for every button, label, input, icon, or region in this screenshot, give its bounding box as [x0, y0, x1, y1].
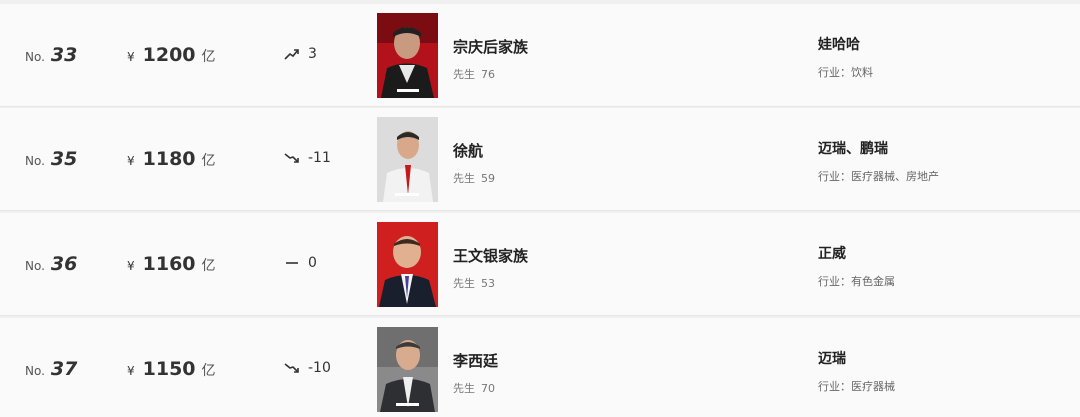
rank-change-value: -10 [308, 360, 331, 376]
rank-prefix: No. [25, 364, 45, 378]
currency-symbol: ¥ [127, 50, 135, 64]
person-meta: 先生 53 [453, 275, 528, 291]
industry: 行业：饮料 [818, 66, 873, 79]
rank-prefix: No. [25, 259, 45, 273]
industry: 行业：有色金属 [818, 275, 895, 288]
rank: No. 33 [25, 44, 77, 66]
person-name[interactable]: 李西廷 [453, 350, 498, 371]
wealth-unit: 亿 [201, 258, 216, 274]
wealth: ¥ 1200 亿 [127, 44, 216, 66]
list-row[interactable]: No. 37 ¥ 1150 亿 -10 李西廷 先生 70 迈瑞 行业：医疗器械 [0, 318, 1080, 417]
wealth-amount: 1160 [142, 253, 196, 275]
wealth-amount: 1200 [142, 44, 196, 66]
avatar[interactable] [377, 222, 438, 307]
rank-change: 0 [284, 255, 317, 271]
wealth-amount: 1180 [142, 148, 196, 170]
currency-symbol: ¥ [127, 259, 135, 273]
person-title: 先生 [453, 68, 475, 81]
industry: 行业：医疗器械、房地产 [818, 170, 939, 183]
person-meta: 先生 70 [453, 380, 498, 396]
wealth: ¥ 1160 亿 [127, 253, 216, 275]
rich-list: No. 33 ¥ 1200 亿 3 宗庆后家族 先生 76 娃哈哈 行业：饮料 … [0, 0, 1080, 417]
trend-down-icon [284, 153, 299, 163]
person-title: 先生 [453, 382, 475, 395]
avatar[interactable] [377, 327, 438, 412]
industry: 行业：医疗器械 [818, 380, 895, 393]
currency-symbol: ¥ [127, 364, 135, 378]
person-age: 76 [481, 68, 495, 81]
trend-down-icon [284, 363, 299, 373]
trend-up-icon [284, 49, 299, 60]
person-info: 李西廷 先生 70 [453, 350, 498, 396]
wealth-unit: 亿 [201, 153, 216, 169]
rank: No. 35 [25, 148, 77, 170]
company-info: 迈瑞、鹏瑞 行业：医疗器械、房地产 [818, 138, 939, 184]
wealth: ¥ 1180 亿 [127, 148, 216, 170]
person-name[interactable]: 王文银家族 [453, 245, 528, 266]
wealth: ¥ 1150 亿 [127, 358, 216, 380]
person-age: 70 [481, 382, 495, 395]
list-row[interactable]: No. 36 ¥ 1160 亿 0 王文银家族 先生 53 正威 行业：有色金属 [0, 213, 1080, 316]
company-name[interactable]: 娃哈哈 [818, 34, 873, 54]
person-meta: 先生 76 [453, 66, 528, 82]
person-name[interactable]: 宗庆后家族 [453, 36, 528, 57]
person-title: 先生 [453, 172, 475, 185]
person-info: 徐航 先生 59 [453, 140, 495, 186]
company-info: 娃哈哈 行业：饮料 [818, 34, 873, 80]
trend-flat-icon [286, 262, 298, 264]
rank-number: 37 [50, 358, 78, 380]
rank-change-value: 3 [308, 46, 317, 62]
person-name[interactable]: 徐航 [453, 140, 495, 161]
person-info: 宗庆后家族 先生 76 [453, 36, 528, 82]
rank-change: -10 [284, 360, 331, 376]
person-meta: 先生 59 [453, 170, 495, 186]
rank: No. 37 [25, 358, 77, 380]
person-age: 59 [481, 172, 495, 185]
company-info: 迈瑞 行业：医疗器械 [818, 348, 895, 394]
list-row[interactable]: No. 35 ¥ 1180 亿 -11 徐航 先生 59 迈瑞、鹏瑞 行业：医疗… [0, 108, 1080, 211]
rank-change-value: -11 [308, 150, 331, 166]
wealth-unit: 亿 [201, 363, 216, 379]
rank-change: -11 [284, 150, 331, 166]
person-info: 王文银家族 先生 53 [453, 245, 528, 291]
rank-prefix: No. [25, 154, 45, 168]
person-age: 53 [481, 277, 495, 290]
company-name[interactable]: 正威 [818, 243, 895, 263]
rank-number: 36 [50, 253, 78, 275]
avatar[interactable] [377, 13, 438, 98]
list-row[interactable]: No. 33 ¥ 1200 亿 3 宗庆后家族 先生 76 娃哈哈 行业：饮料 [0, 4, 1080, 107]
company-name[interactable]: 迈瑞 [818, 348, 895, 368]
rank: No. 36 [25, 253, 77, 275]
currency-symbol: ¥ [127, 154, 135, 168]
avatar[interactable] [377, 117, 438, 202]
company-info: 正威 行业：有色金属 [818, 243, 895, 289]
company-name[interactable]: 迈瑞、鹏瑞 [818, 138, 939, 158]
rank-prefix: No. [25, 50, 45, 64]
rank-number: 35 [50, 148, 78, 170]
rank-change: 3 [284, 46, 317, 62]
wealth-amount: 1150 [142, 358, 196, 380]
rank-change-value: 0 [308, 255, 317, 271]
rank-number: 33 [50, 44, 78, 66]
person-title: 先生 [453, 277, 475, 290]
wealth-unit: 亿 [201, 49, 216, 65]
